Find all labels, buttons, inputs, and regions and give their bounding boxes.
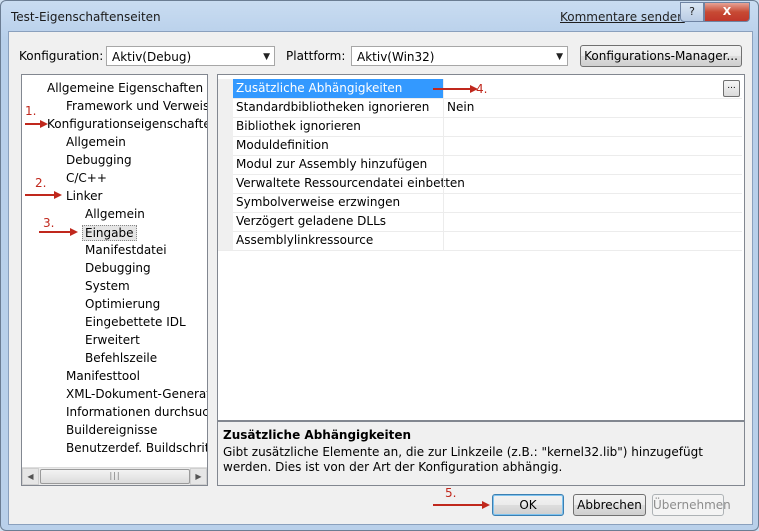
- annotation-number: 1.: [25, 104, 37, 118]
- annotation-arrow: [433, 504, 483, 506]
- column-separator: [443, 155, 444, 174]
- dialog-client-area: Konfiguration: Aktiv(Debug) ▼ Plattform:…: [8, 31, 753, 525]
- property-name: Symbolverweise erzwingen: [236, 195, 401, 209]
- column-separator: [443, 136, 444, 155]
- tree-item[interactable]: Buildereignisse: [66, 423, 157, 437]
- tree-item[interactable]: Konfigurationseigenschaften: [47, 117, 207, 131]
- row-gutter: [218, 136, 233, 155]
- row-gutter: [218, 193, 233, 212]
- platform-label: Plattform:: [286, 49, 346, 63]
- help-button[interactable]: ?: [680, 2, 704, 22]
- send-comments-link[interactable]: Kommentare senden: [560, 10, 685, 24]
- tree-item[interactable]: Debugging: [66, 153, 132, 167]
- description-panel: Zusätzliche Abhängigkeiten Gibt zusätzli…: [217, 421, 745, 486]
- scroll-right-icon[interactable]: ▶: [190, 468, 207, 485]
- chevron-down-icon: ▼: [556, 52, 563, 62]
- property-row[interactable]: Symbolverweise erzwingen: [218, 193, 742, 213]
- property-row[interactable]: Modul zur Assembly hinzufügen: [218, 155, 742, 175]
- properties-dialog: Test-Eigenschaftenseiten Kommentare send…: [0, 0, 759, 531]
- tree-item[interactable]: Framework und Verweise: [66, 99, 207, 113]
- category-tree[interactable]: Allgemeine Eigenschaften Framework und V…: [21, 74, 208, 486]
- annotation-arrow: [39, 231, 71, 233]
- apply-button[interactable]: Übernehmen: [652, 494, 731, 516]
- tree-item[interactable]: System: [85, 279, 130, 293]
- column-separator: [443, 174, 444, 193]
- tree-item[interactable]: Informationen durchsuche: [66, 405, 207, 419]
- row-gutter: [218, 212, 233, 231]
- property-row[interactable]: Assemblylinkressource: [218, 231, 742, 251]
- property-name: Bibliothek ignorieren: [236, 119, 361, 133]
- cancel-button[interactable]: Abbrechen: [573, 494, 646, 516]
- edit-ellipsis-button[interactable]: ...: [723, 80, 740, 97]
- platform-combo-value: Aktiv(Win32): [357, 50, 435, 64]
- annotation-number: 2.: [35, 176, 47, 190]
- property-value[interactable]: Nein: [447, 100, 474, 114]
- property-row[interactable]: Moduldefinition: [218, 136, 742, 156]
- arrow-right-icon: [54, 191, 62, 199]
- tree-item[interactable]: Benutzerdef. Buildschritt: [66, 441, 207, 455]
- description-text: Gibt zusätzliche Elemente an, die zur Li…: [223, 445, 703, 474]
- tree-item[interactable]: Manifesttool: [66, 369, 140, 383]
- property-name: Modul zur Assembly hinzufügen: [236, 157, 428, 171]
- tree-item[interactable]: XML-Dokument-Generato: [66, 387, 207, 401]
- property-row[interactable]: Verwaltete Ressourcendatei einbetten: [218, 174, 742, 194]
- tree-horizontal-scrollbar[interactable]: ◀ ||| ▶: [22, 467, 207, 485]
- tree-item[interactable]: Allgemein: [66, 135, 126, 149]
- tree-item[interactable]: Manifestdatei: [85, 243, 167, 257]
- row-gutter: [218, 174, 233, 193]
- property-row[interactable]: Standardbibliotheken ignorieren Nein: [218, 98, 742, 118]
- configuration-manager-button[interactable]: Konfigurations-Manager...: [580, 45, 742, 67]
- annotation-arrow: [433, 88, 471, 90]
- row-gutter: [218, 98, 233, 117]
- tree-item[interactable]: Befehlszeile: [85, 351, 157, 365]
- tree-item[interactable]: Allgemein: [85, 207, 145, 221]
- annotation-number: 3.: [43, 216, 55, 230]
- property-name: Verzögert geladene DLLs: [236, 214, 387, 228]
- column-separator: [443, 193, 444, 212]
- column-separator: [443, 117, 444, 136]
- property-name: Standardbibliotheken ignorieren: [236, 100, 430, 114]
- row-gutter: [218, 79, 233, 98]
- title-bar: Test-Eigenschaftenseiten Kommentare send…: [1, 1, 758, 31]
- scroll-left-icon[interactable]: ◀: [22, 468, 39, 485]
- window-title: Test-Eigenschaftenseiten: [11, 10, 161, 24]
- property-grid[interactable]: Zusätzliche Abhängigkeiten ... Standardb…: [217, 74, 745, 421]
- property-name: Assemblylinkressource: [236, 233, 374, 247]
- tree-item[interactable]: Optimierung: [85, 297, 160, 311]
- row-gutter: [218, 117, 233, 136]
- ok-button[interactable]: OK: [492, 494, 564, 516]
- configuration-combo-value: Aktiv(Debug): [112, 50, 192, 64]
- property-row[interactable]: Bibliothek ignorieren: [218, 117, 742, 137]
- configuration-combo[interactable]: Aktiv(Debug) ▼: [106, 46, 275, 66]
- tree-item[interactable]: Erweitert: [85, 333, 140, 347]
- tree-item[interactable]: C/C++: [66, 171, 107, 185]
- property-name: Zusätzliche Abhängigkeiten: [236, 81, 403, 95]
- arrow-right-icon: [40, 120, 48, 128]
- annotation-arrow: [25, 123, 41, 125]
- tree-item[interactable]: Eingebettete IDL: [85, 315, 186, 329]
- property-name: Verwaltete Ressourcendatei einbetten: [236, 176, 465, 190]
- column-separator: [443, 212, 444, 231]
- row-gutter: [218, 231, 233, 250]
- row-gutter: [218, 155, 233, 174]
- property-name: Moduldefinition: [236, 138, 329, 152]
- configuration-label: Konfiguration:: [19, 49, 104, 63]
- platform-combo[interactable]: Aktiv(Win32) ▼: [351, 46, 568, 66]
- description-title: Zusätzliche Abhängigkeiten: [223, 428, 412, 442]
- tree-item[interactable]: Debugging: [85, 261, 151, 275]
- annotation-number: 5.: [445, 486, 457, 500]
- arrow-right-icon: [482, 501, 490, 509]
- chevron-down-icon: ▼: [263, 52, 270, 62]
- column-separator: [443, 231, 444, 250]
- column-separator: [443, 98, 444, 117]
- arrow-right-icon: [70, 228, 78, 236]
- annotation-number: 4.: [476, 82, 488, 96]
- close-button[interactable]: X: [704, 2, 750, 22]
- tree-item-selected[interactable]: Eingabe: [82, 225, 137, 241]
- scroll-thumb[interactable]: |||: [40, 469, 190, 484]
- tree-item[interactable]: Allgemeine Eigenschaften: [47, 81, 203, 95]
- tree-item[interactable]: Linker: [66, 189, 102, 203]
- property-row[interactable]: Verzögert geladene DLLs: [218, 212, 742, 232]
- annotation-arrow: [25, 194, 55, 196]
